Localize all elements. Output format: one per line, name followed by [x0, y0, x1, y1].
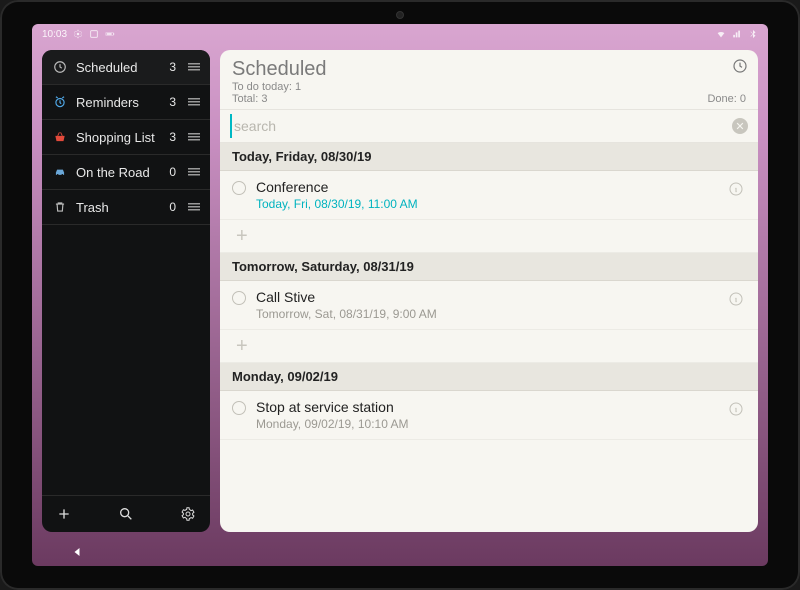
sidebar-item-count: 0: [169, 165, 176, 179]
signal-status-icon: [732, 29, 742, 39]
complete-checkbox[interactable]: [232, 291, 246, 305]
settings-button[interactable]: [180, 506, 196, 522]
add-list-button[interactable]: [56, 506, 72, 522]
task-list[interactable]: Today, Friday, 08/30/19 Conference Today…: [220, 143, 758, 532]
search-row: ✕: [220, 109, 758, 143]
clear-search-icon[interactable]: ✕: [732, 118, 748, 134]
sidebar-list: Scheduled 3 Reminders 3: [42, 50, 210, 495]
search-input[interactable]: [230, 114, 732, 138]
task-row[interactable]: Conference Today, Fri, 08/30/19, 11:00 A…: [220, 171, 758, 220]
sidebar-item-label: Shopping List: [76, 130, 161, 145]
wifi-status-icon: [716, 29, 726, 39]
task-title: Conference: [256, 179, 718, 195]
task-row[interactable]: Stop at service station Monday, 09/02/19…: [220, 391, 758, 440]
trash-icon: [52, 199, 68, 215]
sidebar: Scheduled 3 Reminders 3: [42, 50, 210, 532]
main-panel: Scheduled To do today: 1 Total: 3 Done: …: [220, 50, 758, 532]
sidebar-item-shopping-list[interactable]: Shopping List 3: [42, 120, 210, 155]
square-status-icon: [89, 29, 99, 39]
sidebar-item-on-the-road[interactable]: On the Road 0: [42, 155, 210, 190]
task-subtitle: Tomorrow, Sat, 08/31/19, 9:00 AM: [256, 307, 718, 321]
sidebar-item-count: 3: [169, 130, 176, 144]
info-icon[interactable]: [728, 401, 746, 422]
clock-icon: [52, 59, 68, 75]
sidebar-item-scheduled[interactable]: Scheduled 3: [42, 50, 210, 85]
add-task-button[interactable]: +: [220, 220, 758, 253]
back-button[interactable]: [72, 546, 84, 558]
task-subtitle: Today, Fri, 08/30/19, 11:00 AM: [256, 197, 718, 211]
task-row[interactable]: Call Stive Tomorrow, Sat, 08/31/19, 9:00…: [220, 281, 758, 330]
total-label: Total: 3: [232, 93, 267, 105]
sidebar-item-reminders[interactable]: Reminders 3: [42, 85, 210, 120]
task-title: Call Stive: [256, 289, 718, 305]
workspace: Scheduled 3 Reminders 3: [32, 44, 768, 538]
search-button[interactable]: [118, 506, 134, 522]
info-icon[interactable]: [728, 291, 746, 312]
drag-handle-icon[interactable]: [188, 200, 200, 215]
car-icon: [52, 164, 68, 180]
sidebar-bottom: [42, 495, 210, 532]
drag-handle-icon[interactable]: [188, 130, 200, 145]
add-task-button[interactable]: +: [220, 330, 758, 363]
drag-handle-icon[interactable]: [188, 60, 200, 75]
done-label: Done: 0: [707, 93, 746, 105]
alarm-icon: [52, 94, 68, 110]
nav-bar: [32, 538, 768, 566]
complete-checkbox[interactable]: [232, 181, 246, 195]
tablet-frame: 10:03: [0, 0, 800, 590]
status-bar: 10:03: [32, 24, 768, 44]
drag-handle-icon[interactable]: [188, 95, 200, 110]
sidebar-item-label: Scheduled: [76, 60, 161, 75]
todo-today-label: To do today: 1: [232, 81, 301, 93]
task-subtitle: Monday, 09/02/19, 10:10 AM: [256, 417, 718, 431]
sidebar-item-label: Trash: [76, 200, 161, 215]
bluetooth-status-icon: [748, 29, 758, 39]
section-header: Today, Friday, 08/30/19: [220, 143, 758, 171]
task-title: Stop at service station: [256, 399, 718, 415]
section-header: Tomorrow, Saturday, 08/31/19: [220, 253, 758, 281]
info-icon[interactable]: [728, 181, 746, 202]
drag-handle-icon[interactable]: [188, 165, 200, 180]
section-header: Monday, 09/02/19: [220, 363, 758, 391]
main-header: Scheduled To do today: 1 Total: 3 Done: …: [220, 50, 758, 109]
gear-status-icon: [73, 29, 83, 39]
sidebar-item-label: On the Road: [76, 165, 161, 180]
screen: 10:03: [32, 24, 768, 566]
complete-checkbox[interactable]: [232, 401, 246, 415]
history-icon[interactable]: [732, 61, 748, 78]
basket-icon: [52, 129, 68, 145]
sidebar-item-count: 0: [169, 200, 176, 214]
front-camera: [396, 11, 404, 19]
sidebar-item-count: 3: [169, 60, 176, 74]
status-time: 10:03: [42, 29, 67, 40]
battery-status-icon: [105, 29, 115, 39]
page-title: Scheduled: [232, 58, 746, 81]
sidebar-item-label: Reminders: [76, 95, 161, 110]
sidebar-item-trash[interactable]: Trash 0: [42, 190, 210, 225]
sidebar-item-count: 3: [169, 95, 176, 109]
